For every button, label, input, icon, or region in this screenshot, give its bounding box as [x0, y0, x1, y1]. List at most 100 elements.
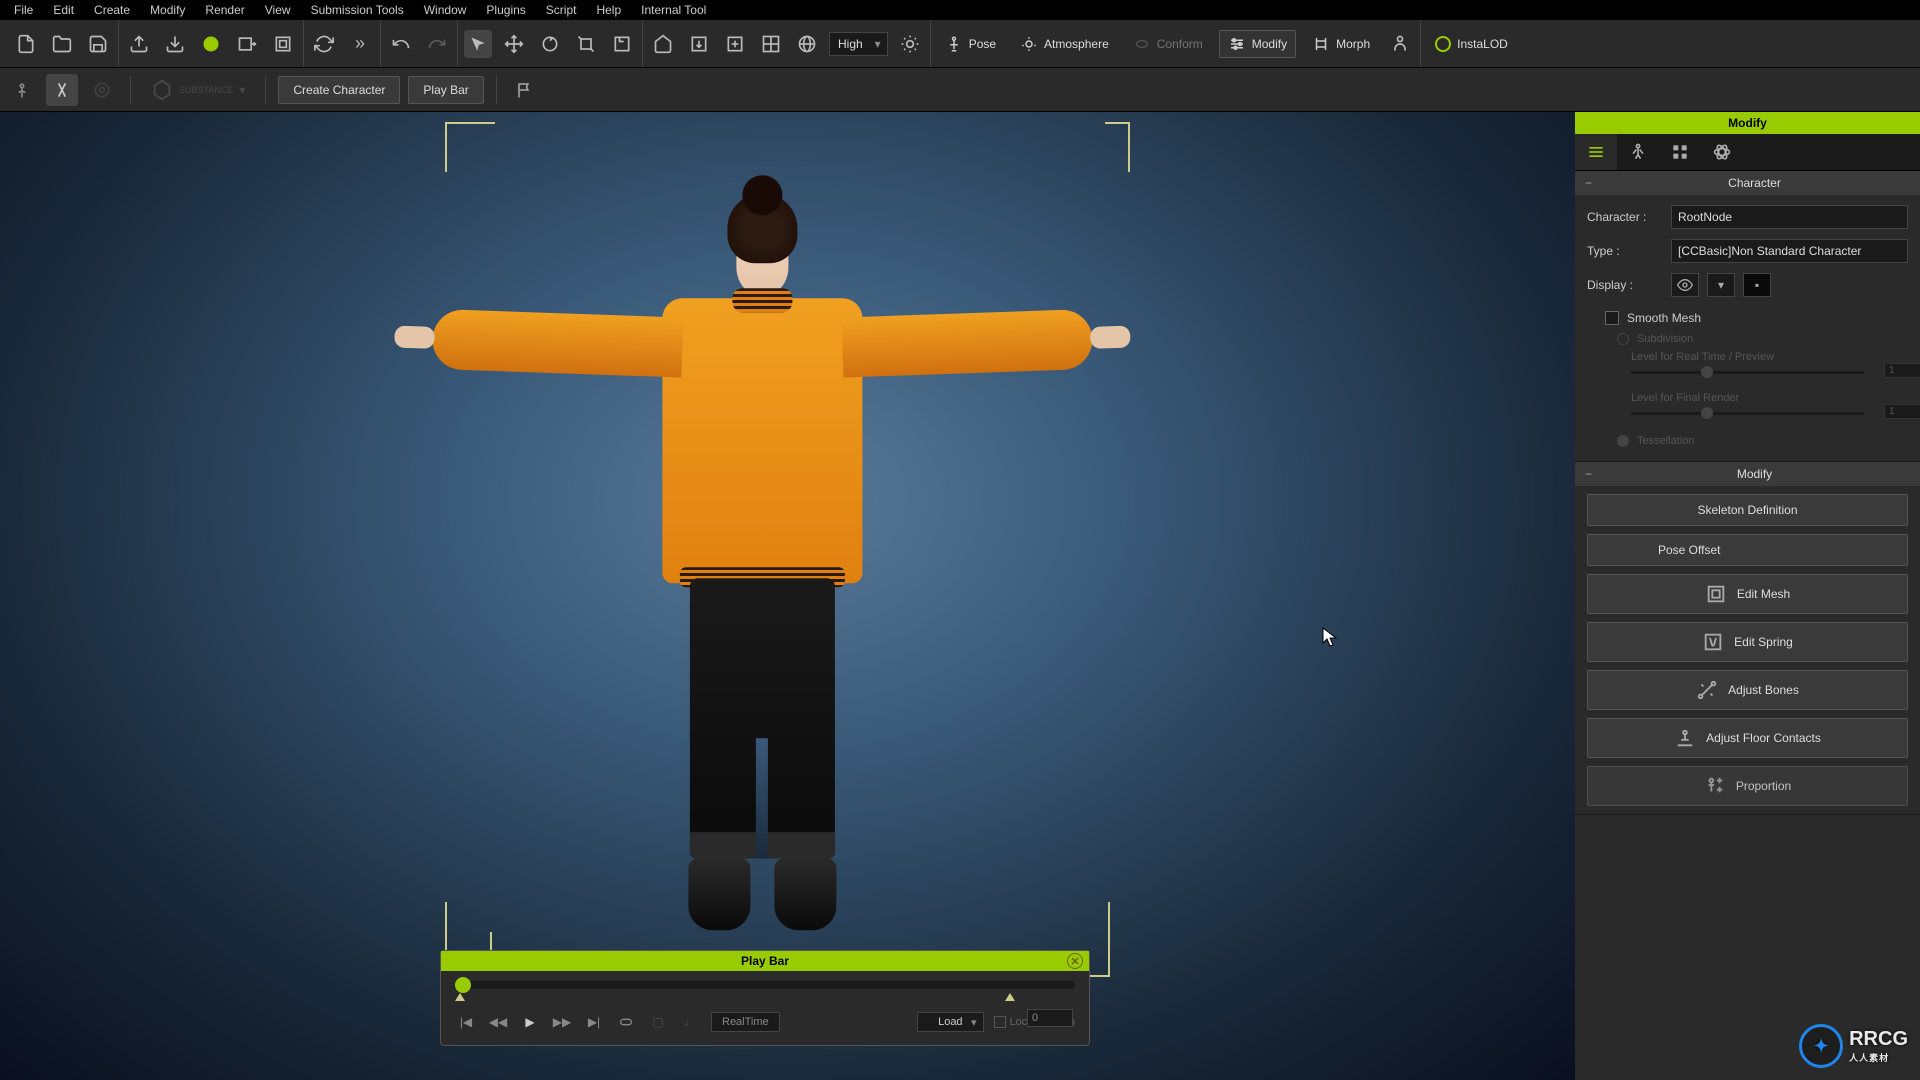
tool-a-icon[interactable]	[6, 74, 38, 106]
smooth-mesh-check[interactable]: Smooth Mesh	[1587, 307, 1908, 329]
tool-b-icon[interactable]	[46, 74, 78, 106]
modify-panel: Modify −Character Character : RootNode T…	[1575, 112, 1920, 1080]
move-icon[interactable]	[500, 30, 528, 58]
watermark-logo-icon: ✦	[1799, 1024, 1843, 1068]
realtime-slider-label: Level for Real Time / Preview 1	[1587, 349, 1908, 390]
open-folder-icon[interactable]	[48, 30, 76, 58]
pose-offset-button[interactable]: Pose Offset	[1587, 534, 1908, 566]
quality-select[interactable]: High	[829, 32, 888, 56]
frame-input[interactable]: 0	[1027, 1009, 1073, 1027]
menu-script[interactable]: Script	[536, 1, 587, 19]
tab-motion-icon[interactable]	[1617, 134, 1659, 170]
final-render-slider: 1	[1631, 412, 1864, 415]
loop-icon[interactable]	[615, 1011, 637, 1033]
undo-icon[interactable]	[387, 30, 415, 58]
home-icon[interactable]	[649, 30, 677, 58]
timeline-slider[interactable]	[455, 981, 1075, 989]
flag-icon[interactable]	[509, 74, 541, 106]
menu-edit[interactable]: Edit	[43, 1, 84, 19]
tab-sliders-icon[interactable]	[1575, 134, 1617, 170]
realtime-button[interactable]: RealTime	[711, 1012, 780, 1032]
light-icon[interactable]	[896, 30, 924, 58]
close-icon[interactable]: ✕	[1067, 953, 1083, 969]
substance-icon[interactable]: SUBSTANCE▾	[143, 74, 253, 106]
import-icon[interactable]	[125, 30, 153, 58]
marker-b-icon[interactable]: ♩	[679, 1011, 701, 1033]
atmosphere-button[interactable]: Atmosphere	[1012, 31, 1117, 57]
frame-icon[interactable]	[269, 30, 297, 58]
menu-help[interactable]: Help	[586, 1, 631, 19]
load-dropdown[interactable]: Load	[917, 1012, 983, 1032]
play-bar-panel: Play Bar ✕ 0 |◀ ◀◀ ▶ ▶▶ ▶| ▢ ♩ RealTime	[440, 950, 1090, 1046]
realtime-slider: 1	[1631, 371, 1864, 374]
viewport[interactable]: Play Bar ✕ 0 |◀ ◀◀ ▶ ▶▶ ▶| ▢ ♩ RealTime	[0, 112, 1575, 1080]
new-file-icon[interactable]	[12, 30, 40, 58]
edit-spring-icon	[1702, 631, 1724, 653]
tool-c-icon[interactable]	[86, 74, 118, 106]
edit-mesh-button[interactable]: Edit Mesh	[1587, 574, 1908, 614]
play-icon[interactable]: ▶	[519, 1011, 541, 1033]
render-icon[interactable]	[197, 30, 225, 58]
main-area: Play Bar ✕ 0 |◀ ◀◀ ▶ ▶▶ ▶| ▢ ♩ RealTime	[0, 112, 1920, 1080]
adjust-bones-button[interactable]: Adjust Bones	[1587, 670, 1908, 710]
tessellation-radio: Tessellation	[1587, 431, 1908, 451]
play-bar-header[interactable]: Play Bar ✕	[441, 951, 1089, 971]
select-icon[interactable]	[464, 30, 492, 58]
go-start-icon[interactable]: |◀	[455, 1011, 477, 1033]
proportion-icon	[1704, 775, 1726, 797]
save-icon[interactable]	[84, 30, 112, 58]
proportion-button[interactable]: Proportion	[1587, 766, 1908, 806]
tab-texture-icon[interactable]	[1659, 134, 1701, 170]
character-model[interactable]	[442, 193, 1082, 953]
redo-icon[interactable]	[423, 30, 451, 58]
menu-modify[interactable]: Modify	[140, 1, 195, 19]
display-dropdown-icon[interactable]: ▾	[1707, 273, 1735, 297]
export-icon[interactable]	[161, 30, 189, 58]
pose-button[interactable]: Pose	[937, 31, 1004, 57]
rotate-icon[interactable]	[536, 30, 564, 58]
menu-submission-tools[interactable]: Submission Tools	[301, 1, 414, 19]
menu-create[interactable]: Create	[84, 1, 140, 19]
refresh-icon[interactable]	[310, 30, 338, 58]
menu-render[interactable]: Render	[195, 1, 254, 19]
person-icon[interactable]	[1386, 30, 1414, 58]
sub-toolbar: SUBSTANCE▾ Create Character Play Bar	[0, 68, 1920, 112]
adjust-floor-button[interactable]: Adjust Floor Contacts	[1587, 718, 1908, 758]
display-dark-icon[interactable]: ▪	[1743, 273, 1771, 297]
modify-button[interactable]: Modify	[1219, 30, 1296, 58]
character-input[interactable]: RootNode	[1671, 205, 1908, 229]
modify-section-header[interactable]: −Modify	[1575, 462, 1920, 486]
scale-icon[interactable]	[572, 30, 600, 58]
focus-all-icon[interactable]	[721, 30, 749, 58]
menu-view[interactable]: View	[255, 1, 301, 19]
subdivision-radio: Subdivision	[1587, 329, 1908, 349]
play-bar-button[interactable]: Play Bar	[408, 76, 483, 104]
create-character-button[interactable]: Create Character	[278, 76, 400, 104]
expand-icon[interactable]: »	[346, 30, 374, 58]
type-label: Type :	[1587, 244, 1663, 258]
adjust-floor-icon	[1674, 727, 1696, 749]
grid-icon[interactable]	[757, 30, 785, 58]
marker-a-icon[interactable]: ▢	[647, 1011, 669, 1033]
menu-internal-tool[interactable]: Internal Tool	[631, 1, 716, 19]
type-input[interactable]: [CCBasic]Non Standard Character	[1671, 239, 1908, 263]
reset-transform-icon[interactable]	[608, 30, 636, 58]
step-back-icon[interactable]: ◀◀	[487, 1011, 509, 1033]
tab-physics-icon[interactable]	[1701, 134, 1743, 170]
skeleton-definition-button[interactable]: Skeleton Definition	[1587, 494, 1908, 526]
focus-down-icon[interactable]	[685, 30, 713, 58]
export-arrow-icon[interactable]	[233, 30, 261, 58]
instalod-button[interactable]: InstaLOD	[1427, 32, 1516, 56]
menu-file[interactable]: File	[4, 1, 43, 19]
character-section-header[interactable]: −Character	[1575, 171, 1920, 195]
globe-icon[interactable]	[793, 30, 821, 58]
morph-button[interactable]: Morph	[1304, 31, 1378, 57]
go-end-icon[interactable]: ▶|	[583, 1011, 605, 1033]
conform-button[interactable]: Conform	[1125, 31, 1211, 57]
edit-spring-button[interactable]: Edit Spring	[1587, 622, 1908, 662]
step-forward-icon[interactable]: ▶▶	[551, 1011, 573, 1033]
menu-plugins[interactable]: Plugins	[476, 1, 535, 19]
frame-corner-tr	[1105, 122, 1130, 172]
menu-window[interactable]: Window	[414, 1, 477, 19]
display-eye-icon[interactable]	[1671, 273, 1699, 297]
